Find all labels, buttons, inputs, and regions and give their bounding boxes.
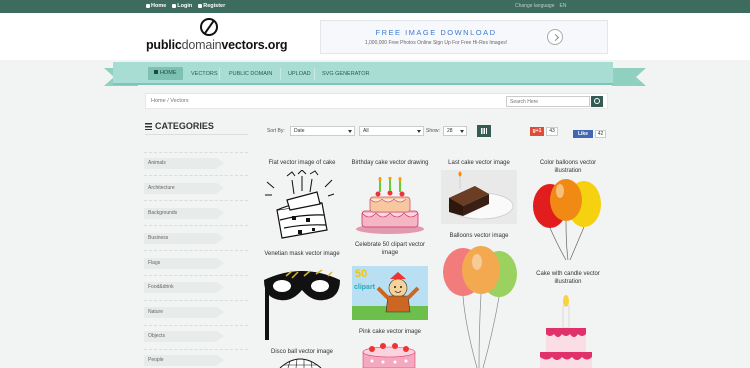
ad-subtitle: 1,000,000 Free Photos Online Sign Up For… [364, 40, 508, 46]
divider [144, 225, 248, 226]
divider [144, 250, 248, 251]
divider [144, 349, 248, 350]
category-people[interactable]: People [144, 355, 224, 366]
tile-title[interactable]: Flat vector image of cake [262, 159, 342, 167]
nav-home[interactable]: HOME [148, 67, 183, 80]
divider [145, 134, 248, 135]
logo-text-domain: domain [181, 38, 222, 52]
flat-cake-image[interactable] [262, 170, 342, 245]
divider [144, 300, 248, 301]
ad-banner[interactable]: FREE IMAGE DOWNLOAD 1,000,000 Free Photo… [320, 20, 608, 54]
tile-title[interactable]: Color balloons vector illustration [528, 159, 608, 175]
color-balloons-image[interactable] [530, 178, 606, 260]
venetian-mask-image[interactable] [262, 268, 342, 340]
divider [144, 325, 248, 326]
nav-divider [280, 68, 281, 80]
sort-select[interactable]: Date [290, 126, 355, 136]
tile-title[interactable]: Birthday cake vector drawing [350, 159, 430, 167]
language-switch[interactable]: Change language EN [515, 3, 566, 9]
list-icon [145, 122, 152, 130]
category-architecture[interactable]: Architecture [144, 183, 224, 194]
ribbon-tail-right [612, 68, 646, 86]
public-domain-logo-icon [200, 18, 218, 36]
change-language-label: Change language [515, 3, 555, 9]
home-icon [146, 4, 150, 8]
divider [144, 175, 248, 176]
nav-upload[interactable]: UPLOAD [282, 68, 317, 80]
nav-divider [314, 68, 315, 80]
category-backgrounds[interactable]: Backgrounds [144, 208, 224, 219]
tile-title[interactable]: Venetian mask vector image [262, 250, 342, 258]
lock-icon [198, 4, 203, 8]
fifty-badge: 50 [355, 268, 368, 280]
site-logo[interactable]: publicdomainvectors.org [146, 18, 288, 56]
nav-svg-generator[interactable]: SVG GENERATOR [316, 68, 375, 80]
register-link[interactable]: Register [198, 3, 225, 9]
category-objects[interactable]: Objects [144, 331, 224, 342]
show-label: Show: [426, 128, 440, 134]
tile-title[interactable]: Pink cake vector image [350, 328, 430, 336]
show-select[interactable]: 28 [443, 126, 467, 136]
category-animals[interactable]: Animals [144, 158, 224, 169]
last-cake-image[interactable] [441, 170, 517, 224]
google-plus-button[interactable]: g+1 [530, 127, 544, 136]
home-link[interactable]: Home [146, 3, 166, 9]
clipart-word: clipart [354, 284, 376, 291]
nav-public-domain[interactable]: PUBLIC DOMAIN [223, 68, 278, 80]
tile-title[interactable]: Cake with candle vector illustration [528, 270, 608, 286]
category-business[interactable]: Business [144, 233, 224, 244]
logo-text-vectors: vectors.org [221, 38, 288, 52]
category-food-drink[interactable]: Food&drink [144, 282, 224, 293]
birthday-cake-image[interactable] [352, 177, 428, 235]
divider [144, 152, 248, 153]
ad-title: FREE IMAGE DOWNLOAD [375, 28, 497, 37]
type-select[interactable]: All [359, 126, 424, 136]
categories-heading: CATEGORIES [145, 121, 214, 131]
top-links: Home Login Register [146, 3, 225, 9]
pink-cake-image[interactable] [358, 340, 420, 368]
grid-view-icon[interactable] [477, 125, 491, 137]
google-plus-count: 43 [546, 127, 558, 136]
divider [144, 200, 248, 201]
logo-text-public: public [146, 38, 182, 52]
disco-ball-image[interactable] [278, 358, 323, 368]
breadcrumb-text[interactable]: Home / Vectors [151, 98, 189, 104]
category-nature[interactable]: Nature [144, 307, 224, 318]
facebook-like-button[interactable]: Like [573, 130, 593, 138]
language-dropdown[interactable]: EN [559, 3, 566, 9]
search-icon[interactable] [591, 96, 603, 107]
tile-title[interactable]: Last cake vector image [439, 159, 519, 167]
user-icon [172, 4, 177, 8]
cake-with-candle-image[interactable] [540, 292, 596, 368]
tile-title[interactable]: Disco ball vector image [262, 348, 342, 356]
divider [144, 275, 248, 276]
sort-label: Sort By: [267, 128, 285, 134]
main-nav: HOME VECTORS PUBLIC DOMAIN UPLOAD SVG GE… [113, 62, 613, 85]
tile-title[interactable]: Balloons vector image [439, 232, 519, 240]
nav-vectors[interactable]: VECTORS [185, 68, 224, 80]
nav-divider [219, 68, 220, 80]
login-link[interactable]: Login [172, 3, 192, 9]
facebook-like-count: 42 [595, 130, 606, 138]
home-icon [154, 70, 158, 74]
balloons-image[interactable] [441, 244, 521, 368]
tile-title[interactable]: Celebrate 50 clipart vector image [350, 241, 430, 257]
top-bar: Home Login Register Change language EN [0, 0, 750, 13]
search-input[interactable] [506, 96, 590, 107]
celebrate-50-image[interactable]: 50 clipart [352, 266, 428, 320]
category-flags[interactable]: Flags [144, 258, 224, 269]
ad-arrow-icon[interactable] [547, 29, 563, 45]
